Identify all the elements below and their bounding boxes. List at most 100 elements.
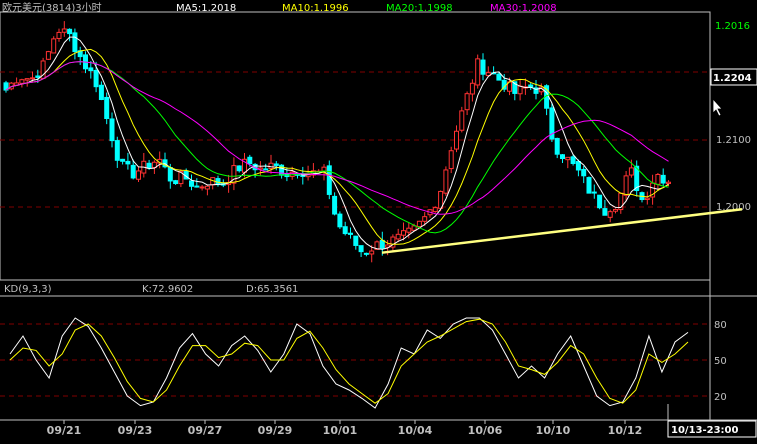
candle-up: [401, 230, 406, 236]
candle-up: [644, 197, 650, 201]
candle-up: [448, 150, 454, 170]
forex-chart: 欧元美元(3814)3小时 MA5:1.2018 MA10:1.1996 MA20:…: [0, 1, 757, 438]
candlestick-series: [3, 21, 671, 263]
candle-up: [395, 233, 401, 240]
candle-down: [146, 162, 152, 169]
candle-down: [348, 232, 353, 235]
ma-label-3: MA20:1.1998: [386, 3, 453, 14]
candle-up: [475, 58, 481, 86]
price-tick-1.2100: 1.2100: [716, 135, 751, 146]
candle-up: [432, 207, 438, 213]
candle-up: [369, 250, 375, 255]
candle-down: [353, 235, 359, 246]
candle-down: [273, 163, 279, 166]
candle-down: [130, 164, 136, 179]
kd-indicator-name: KD(9,3,3): [4, 284, 52, 295]
chart-title: 欧元美元(3814)3小时: [2, 1, 102, 14]
x-label: 10/10: [536, 424, 571, 437]
candle-down: [379, 239, 385, 249]
candle-down: [120, 158, 126, 162]
candle-down: [480, 59, 486, 75]
candle-up: [459, 110, 465, 131]
x-label: 09/21: [47, 424, 82, 437]
candle-down: [93, 69, 99, 88]
candle-down: [35, 75, 41, 78]
candle-down: [581, 168, 587, 177]
candle-down: [554, 137, 560, 155]
time-axis-labels: 09/21 09/23 09/27 09/29 10/01 10/04 10/06 10/10…: [47, 420, 643, 437]
ma-label-1: MA5:1.2018: [176, 3, 236, 14]
candle-up: [56, 31, 62, 39]
candle-down: [173, 180, 179, 185]
candle-down: [496, 73, 502, 81]
kd-k-value: K:72.9602: [142, 284, 193, 295]
candle-down: [247, 156, 253, 165]
x-label: 10/01: [323, 424, 358, 437]
candle-down: [109, 118, 115, 142]
x-label: 09/29: [258, 424, 293, 437]
x-label: 10/06: [468, 424, 503, 437]
time-cursor-label: 10/13-23:00: [671, 425, 739, 436]
candle-down: [67, 28, 73, 35]
candle-down: [326, 165, 332, 195]
kd-lines: [9, 317, 689, 409]
d-line: [9, 318, 689, 404]
moving-average-lines: [5, 36, 669, 250]
candle-up: [136, 170, 141, 180]
kd-tick-50: 50: [714, 356, 727, 367]
x-label: 09/27: [188, 424, 223, 437]
candle-up: [623, 175, 629, 196]
candle-down: [332, 195, 338, 215]
candle-up: [406, 227, 412, 233]
candle-down: [98, 84, 104, 100]
candle-down: [597, 194, 603, 209]
candle-down: [575, 161, 581, 171]
candle-up: [517, 85, 523, 95]
candle-up: [613, 208, 618, 212]
candle-down: [263, 168, 269, 171]
candle-up: [454, 130, 459, 150]
kd-d-value: D:65.3561: [246, 284, 298, 295]
x-label: 10/04: [398, 424, 433, 437]
x-label: 09/23: [118, 424, 153, 437]
candle-up: [19, 79, 25, 84]
candle-down: [189, 180, 194, 187]
mouse-cursor-icon: [712, 97, 723, 117]
candle-down: [236, 165, 242, 172]
candle-down: [586, 177, 592, 194]
candle-down: [194, 185, 200, 188]
current-price: 1.2204: [713, 73, 752, 84]
kd-grid: [0, 323, 710, 397]
candle-down: [342, 226, 348, 235]
candle-up: [30, 77, 35, 80]
candle-up: [565, 156, 571, 161]
candle-up: [199, 186, 205, 189]
candle-up: [628, 167, 634, 176]
candle-up: [61, 28, 67, 33]
candle-down: [114, 140, 120, 161]
price-axis-top-value: 1.2016: [715, 21, 750, 32]
candle-down: [125, 160, 131, 165]
candle-down: [88, 67, 94, 72]
k-line: [9, 317, 689, 409]
candle-up: [416, 220, 422, 228]
candle-down: [570, 156, 576, 164]
candle-down: [660, 174, 666, 184]
candle-up: [469, 82, 475, 95]
candle-down: [337, 213, 343, 228]
candle-up: [51, 38, 57, 54]
candle-down: [104, 96, 110, 119]
kd-tick-20: 20: [714, 392, 727, 403]
candle-up: [607, 211, 613, 218]
kd-tick-80: 80: [714, 320, 727, 331]
candle-up: [45, 51, 51, 60]
x-label: 10/12: [608, 424, 643, 437]
candle-up: [24, 78, 30, 81]
candle-up: [422, 216, 428, 222]
candle-down: [560, 154, 565, 160]
candle-up: [268, 162, 274, 169]
candle-down: [358, 245, 364, 253]
candle-up: [666, 181, 671, 185]
candle-down: [591, 191, 597, 194]
candle-down: [167, 167, 173, 182]
